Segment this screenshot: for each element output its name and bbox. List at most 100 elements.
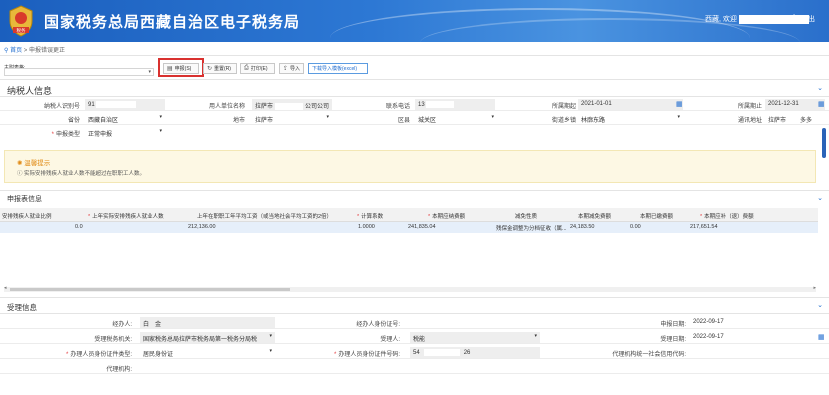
calendar-icon[interactable]: ▦: [818, 100, 825, 108]
table-cell[interactable]: 241,835.04: [408, 224, 436, 230]
tin-label: 纳税人识别号: [43, 104, 80, 110]
divider: [0, 297, 829, 298]
agent-field[interactable]: [140, 362, 275, 373]
table-cell[interactable]: 24,183.50: [570, 224, 594, 230]
calendar-icon[interactable]: ▦: [818, 333, 825, 341]
table-cell[interactable]: 217,651.54: [690, 224, 718, 230]
upload-icon: ⇪: [283, 66, 289, 72]
table-row[interactable]: 0.0 212,136.00 1.0000 241,835.04 残保金调整为分…: [0, 222, 818, 233]
declare-type-select[interactable]: 正常申报 ▾: [85, 127, 165, 138]
employer-label: 用人单位名称: [208, 104, 245, 110]
reset-button[interactable]: ↻ 重置(R): [203, 63, 237, 74]
employer-prefix: 拉萨市: [255, 104, 274, 110]
required-mark: *: [51, 132, 54, 138]
taxpayer-row-1: 纳税人识别号 91 用人单位名称 拉萨市 公司公司 联系电话 13 所属期起 20…: [0, 98, 829, 111]
breadcrumb-home-link[interactable]: 首页: [10, 48, 22, 54]
address-tail: 多多: [800, 118, 813, 124]
tip-message-text: 实际安排残疾人就业人数不能超过在职职工人数。: [24, 171, 146, 177]
agent-code-field[interactable]: [690, 347, 820, 358]
acceptance-section-title: 受理信息: [7, 303, 37, 312]
column-header: 安排残疾人就业比例: [2, 214, 52, 220]
location-pin-icon: ⚲: [4, 48, 9, 54]
vertical-scrollbar[interactable]: [822, 128, 826, 158]
redacted: [96, 101, 137, 108]
street-select[interactable]: 林廓东路 ▾: [578, 113, 683, 124]
id-no-field[interactable]: 54 26: [410, 347, 540, 358]
table-cell[interactable]: 212,136.00: [188, 224, 216, 230]
highlight-box: [158, 58, 204, 77]
handler-id-field[interactable]: [410, 317, 540, 328]
address-field[interactable]: 拉萨市 多多: [765, 113, 829, 124]
breadcrumb-current: 申报错误更正: [28, 48, 65, 54]
period-end-field[interactable]: 2021-12-31: [765, 99, 825, 110]
column-header: * 本期应补（退）费额: [700, 212, 754, 220]
scroll-right-icon[interactable]: ▸: [813, 285, 816, 291]
phone-label: 联系电话: [385, 104, 410, 110]
id-no-suffix: 26: [463, 350, 471, 357]
acceptance-row-3: * 办理人员身份证件类型: 居民身份证 ▾ * 办理人员身份证件号码: 54 26 代理…: [0, 346, 829, 359]
redacted: [275, 102, 304, 110]
handler-id-label: 经办人身份证号:: [356, 322, 400, 328]
declare-type-label: * 申报类型: [40, 129, 80, 138]
province-value: 西藏自治区: [88, 118, 119, 124]
district-select[interactable]: 城关区 ▾: [415, 113, 497, 124]
download-template-button[interactable]: 下载导入模板(excel): [308, 63, 368, 74]
handler-label: 经办人:: [112, 322, 132, 328]
table-cell[interactable]: 0.00: [630, 224, 641, 230]
chevron-down-icon: ▾: [159, 128, 162, 134]
table-cell[interactable]: 残保金调整为分档征收（属...: [496, 224, 566, 232]
chevron-down-icon: ▾: [148, 69, 151, 75]
taxpayer-row-2: 省份 西藏自治区 ▾ 地市 拉萨市 ▾ 区县 城关区 ▾ 街道乡镇 林廓东路 ▾ 通讯地…: [0, 112, 829, 125]
tip-message: ⓘ 实际安排残疾人就业人数不能超过在职职工人数。: [17, 169, 145, 177]
divider: [0, 190, 829, 191]
chevron-down-icon[interactable]: ⌄: [817, 84, 823, 92]
print-button[interactable]: ⎙ 打印(E): [240, 63, 275, 74]
receiver-select[interactable]: 税能 ▾: [410, 332, 540, 343]
tax-emblem-icon: 税务: [9, 5, 33, 37]
table-cell[interactable]: 0.0: [75, 224, 83, 230]
chevron-down-icon: ▾: [326, 114, 329, 120]
period-start-label: 所属期起: [551, 104, 576, 110]
column-header: * 本期应纳费额: [428, 212, 465, 220]
city-value: 拉萨市: [255, 118, 274, 124]
table-cell[interactable]: 1.0000: [358, 224, 375, 230]
accept-date-field[interactable]: 2022-09-17: [690, 332, 820, 343]
warm-tip-box: ✺ 温馨提示 ⓘ 实际安排残疾人就业人数不能超过在职职工人数。: [4, 150, 816, 183]
phone-text: 13: [418, 102, 425, 109]
id-no-label-text: 办理人员身份证件号码:: [338, 352, 400, 358]
id-type-label-text: 办理人员身份证件类型:: [70, 352, 132, 358]
chevron-down-icon[interactable]: ⌄: [817, 301, 823, 309]
greeting-text: 西藏, 欢迎: [705, 16, 737, 23]
city-select[interactable]: 拉萨市 ▾: [252, 113, 332, 124]
period-start-field[interactable]: 2021-01-01: [578, 99, 683, 110]
chevron-down-icon: ▾: [491, 114, 494, 120]
column-header: * 上年实际安排残疾人就业人数: [88, 212, 164, 220]
acceptance-row-2: 受理税务机关: 国家税务总局拉萨市税务局第一税务分局税 ▾ 受理人: 税能 ▾ 受理…: [0, 331, 829, 344]
required-mark: *: [333, 352, 337, 358]
horizontal-scrollbar[interactable]: ◂ ▸: [4, 285, 816, 292]
import-button[interactable]: ⇪ 导入: [279, 63, 304, 74]
declare-type-label-text: 申报类型: [55, 132, 80, 138]
tax-office-value: 国家税务总局拉萨市税务局第一税务分局税: [143, 337, 258, 343]
province-select[interactable]: 西藏自治区 ▾: [85, 113, 165, 124]
breadcrumb: ⚲ 首页 > 申报错误更正: [4, 45, 65, 54]
logout-link[interactable]: 退出: [801, 14, 815, 24]
required-mark: *: [428, 214, 431, 220]
required-mark: *: [700, 214, 703, 220]
calendar-icon[interactable]: ▦: [676, 100, 683, 108]
column-header: 本期已缴费额: [640, 214, 674, 220]
chevron-down-icon[interactable]: ⌄: [817, 194, 823, 202]
chevron-down-icon: ▾: [269, 348, 272, 354]
scroll-left-icon[interactable]: ◂: [4, 285, 7, 291]
agent-label: 代理机构:: [106, 367, 132, 373]
scrollbar-thumb[interactable]: [10, 288, 290, 291]
form-select-input[interactable]: ▾: [4, 68, 154, 76]
declare-section-title: 申报表信息: [7, 196, 42, 203]
id-type-select[interactable]: 居民身份证 ▾: [140, 347, 275, 358]
period-end-label: 所属期止: [737, 104, 762, 110]
tax-office-select[interactable]: 国家税务总局拉萨市税务局第一税务分局税 ▾: [140, 332, 275, 343]
street-value: 林廓东路: [581, 118, 606, 124]
required-mark: *: [357, 214, 360, 220]
accept-date-label: 受理日期:: [660, 337, 686, 343]
acceptance-row-4: 代理机构:: [0, 361, 829, 374]
